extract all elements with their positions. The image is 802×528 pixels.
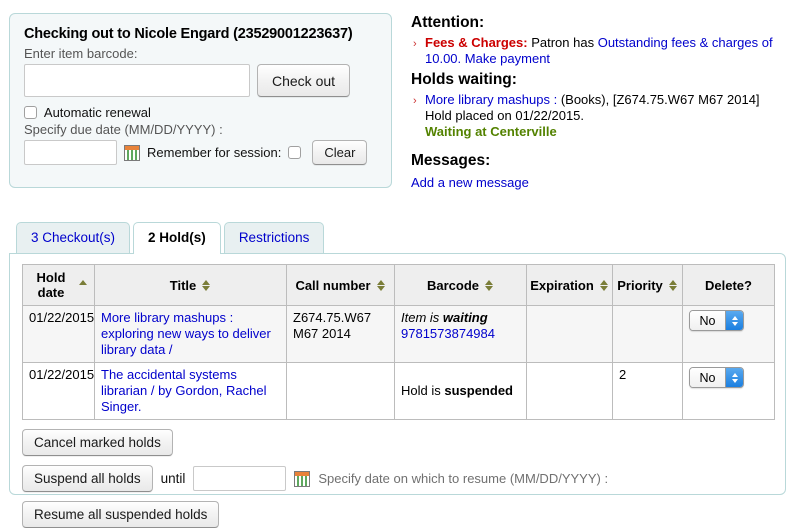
barcode-link[interactable]: 9781573874984 — [401, 326, 495, 341]
column-label: Expiration — [530, 277, 594, 293]
attention-panel: Attention: › Fees & Charges: Patron has … — [411, 10, 801, 190]
cell-hold-date: 01/22/2015 — [22, 362, 95, 420]
automatic-renewal-checkbox[interactable] — [24, 106, 37, 119]
delete-select-value: No — [690, 368, 725, 387]
cell-priority — [612, 305, 683, 363]
hold-title-link[interactable]: More library mashups : — [425, 92, 557, 107]
suspend-holds-row: Suspend all holds until Specify date on … — [22, 465, 773, 492]
remember-for-session-checkbox[interactable] — [288, 146, 302, 159]
cell-barcode: Hold is suspended — [394, 362, 527, 420]
hold-title-link[interactable]: More library mashups : exploring new way… — [101, 310, 271, 357]
suspend-date-hint: Specify date on which to resume (MM/DD/Y… — [318, 471, 609, 486]
fees-and-charges-label: Fees & Charges: — [425, 35, 528, 50]
hold-waiting-item: › More library mashups : (Books), [Z674.… — [411, 92, 801, 140]
hold-status-badge: Waiting at Centerville — [425, 124, 557, 139]
stepper-arrows-icon[interactable] — [725, 311, 743, 330]
chevron-right-icon: › — [413, 95, 417, 107]
page-title: Checking out to Nicole Engard (235290012… — [24, 26, 353, 42]
checkout-panel: Checking out to Nicole Engard (235290012… — [9, 13, 392, 188]
suspend-until-date-input[interactable] — [193, 466, 287, 491]
holds-table: Hold date Title Call number Barcode Expi… — [22, 264, 775, 420]
due-date-row: Remember for session: Clear — [24, 140, 377, 165]
calendar-icon[interactable] — [124, 144, 140, 161]
table-row: 01/22/2015 More library mashups : explor… — [22, 305, 775, 363]
make-payment-link[interactable]: Make payment — [465, 51, 550, 66]
hold-title-link[interactable]: The accidental systems librarian / by Go… — [101, 367, 266, 414]
column-header-expiration[interactable]: Expiration — [526, 264, 613, 306]
hold-placed-text: Hold placed on 01/22/2015. — [425, 108, 585, 123]
column-header-hold-date[interactable]: Hold date — [22, 264, 95, 306]
sort-both-icon — [485, 279, 494, 292]
due-date-input[interactable] — [24, 140, 117, 165]
remember-for-session-label: Remember for session: — [147, 145, 282, 160]
column-header-call-number[interactable]: Call number — [286, 264, 395, 306]
column-label: Delete? — [705, 277, 752, 293]
stepper-arrows-icon[interactable] — [725, 368, 743, 387]
tab-bar: 3 Checkout(s) 2 Hold(s) Restrictions — [16, 222, 327, 254]
messages-heading: Messages: — [411, 152, 491, 169]
delete-select[interactable]: No — [689, 310, 744, 331]
tab-checkouts[interactable]: 3 Checkout(s) — [16, 222, 131, 253]
fees-plain-text: Patron has — [527, 35, 598, 50]
sort-both-icon — [376, 279, 386, 292]
attention-heading: Attention: — [411, 14, 485, 31]
barcode-input[interactable] — [24, 64, 250, 97]
holds-waiting-heading: Holds waiting: — [411, 71, 517, 88]
cell-expiration — [526, 362, 613, 420]
cancel-holds-row: Cancel marked holds — [22, 429, 773, 456]
cancel-marked-holds-button[interactable]: Cancel marked holds — [22, 429, 173, 456]
barcode-row: Check out — [24, 64, 377, 97]
column-header-title[interactable]: Title — [94, 264, 287, 306]
column-header-delete: Delete? — [682, 264, 775, 306]
chevron-right-icon: › — [413, 38, 417, 50]
column-header-barcode[interactable]: Barcode — [394, 264, 527, 306]
sort-ascending-icon — [79, 279, 88, 292]
barcode-status-strong: waiting — [442, 310, 488, 325]
suspend-all-holds-button[interactable]: Suspend all holds — [22, 465, 153, 492]
cell-barcode: Item is waiting 9781573874984 — [394, 305, 527, 363]
column-label: Title — [169, 277, 197, 293]
clear-button[interactable]: Clear — [312, 140, 368, 165]
sort-both-icon — [599, 279, 609, 292]
barcode-status-prefix: Item is — [401, 310, 443, 325]
cell-title: More library mashups : exploring new way… — [94, 305, 287, 363]
cell-call-number: Z674.75.W67 M67 2014 — [286, 305, 395, 363]
cell-call-number — [286, 362, 395, 420]
delete-select-value: No — [690, 311, 725, 330]
automatic-renewal-label: Automatic renewal — [43, 105, 151, 120]
barcode-status-prefix: Hold is — [401, 383, 445, 398]
barcode-label: Enter item barcode: — [24, 46, 138, 61]
cell-hold-date: 01/22/2015 — [22, 305, 95, 363]
cell-title: The accidental systems librarian / by Go… — [94, 362, 287, 420]
sort-both-icon — [668, 279, 678, 292]
table-header-row: Hold date Title Call number Barcode Expi… — [22, 264, 775, 306]
automatic-renewal-row: Automatic renewal — [24, 105, 377, 120]
cell-delete: No — [682, 305, 775, 363]
due-date-label: Specify due date (MM/DD/YYYY) : — [24, 122, 223, 137]
column-label: Call number — [295, 277, 371, 293]
tab-holds[interactable]: 2 Hold(s) — [133, 222, 221, 254]
check-out-button[interactable]: Check out — [257, 64, 351, 97]
until-label: until — [160, 471, 186, 486]
hold-detail-text: (Books), [Z674.75.W67 M67 2014] — [557, 92, 760, 107]
table-row: 01/22/2015 The accidental systems librar… — [22, 362, 775, 420]
sort-both-icon — [202, 279, 211, 292]
fees-and-charges-item: › Fees & Charges: Patron has Outstanding… — [411, 35, 801, 67]
add-new-message-link[interactable]: Add a new message — [411, 175, 529, 190]
cell-expiration — [526, 305, 613, 363]
column-label: Hold date — [36, 270, 66, 300]
column-header-priority[interactable]: Priority — [612, 264, 683, 306]
cell-delete: No — [682, 362, 775, 420]
holds-tab-panel: Hold date Title Call number Barcode Expi… — [9, 253, 786, 528]
cell-priority: 2 — [612, 362, 683, 420]
barcode-status-strong: suspended — [444, 383, 513, 398]
top-section: Checking out to Nicole Engard (235290012… — [0, 0, 802, 212]
column-label: Barcode — [426, 277, 480, 293]
delete-select[interactable]: No — [689, 367, 744, 388]
tab-restrictions[interactable]: Restrictions — [223, 222, 325, 253]
column-label: Priority — [617, 277, 663, 293]
calendar-icon[interactable] — [294, 470, 311, 487]
